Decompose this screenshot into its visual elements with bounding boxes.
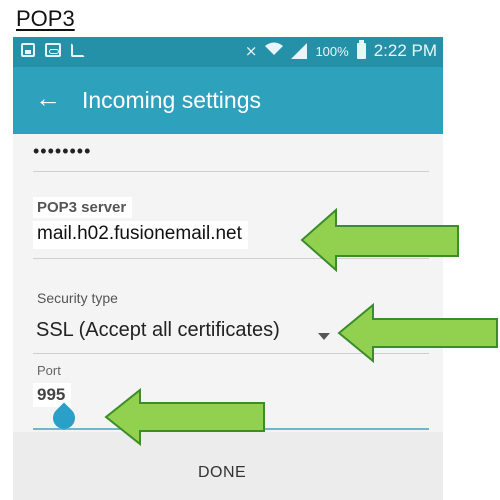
status-bar-left	[21, 43, 85, 57]
arrow-pointing-port	[104, 388, 265, 446]
status-bar-right: ⨯ 100% 2:22 PM	[244, 40, 437, 61]
page-title: Incoming settings	[82, 87, 261, 113]
status-bar: ⨯ 100% 2:22 PM	[13, 37, 443, 67]
port-label: Port	[37, 363, 61, 378]
pop3-server-input[interactable]: mail.h02.fusionemail.net	[33, 221, 248, 249]
password-underline	[33, 171, 429, 172]
caption-pop3: POP3	[16, 6, 75, 31]
arrow-pointing-server	[300, 208, 459, 273]
password-field[interactable]: ••••••••	[33, 141, 91, 162]
pop3-server-label: POP3 server	[33, 197, 133, 218]
signal-icon	[291, 43, 308, 59]
voicemail-icon	[45, 43, 61, 57]
app-bar: ← Incoming settings	[13, 67, 443, 134]
download-icon	[71, 43, 85, 57]
dropdown-icon[interactable]	[318, 333, 330, 340]
arrow-pointing-security	[337, 303, 498, 363]
mute-icon: ⨯	[244, 43, 258, 60]
security-type-select[interactable]: SSL (Accept all certificates)	[36, 319, 280, 342]
wifi-icon	[265, 42, 284, 60]
battery-percent: 100%	[315, 43, 349, 59]
done-button[interactable]: DONE	[198, 464, 246, 482]
gallery-icon	[21, 43, 35, 57]
clock: 2:22 PM	[373, 41, 437, 60]
arrow-back-icon[interactable]: ←	[35, 83, 61, 113]
battery-icon	[356, 40, 366, 59]
security-type-label: Security type	[37, 290, 118, 306]
